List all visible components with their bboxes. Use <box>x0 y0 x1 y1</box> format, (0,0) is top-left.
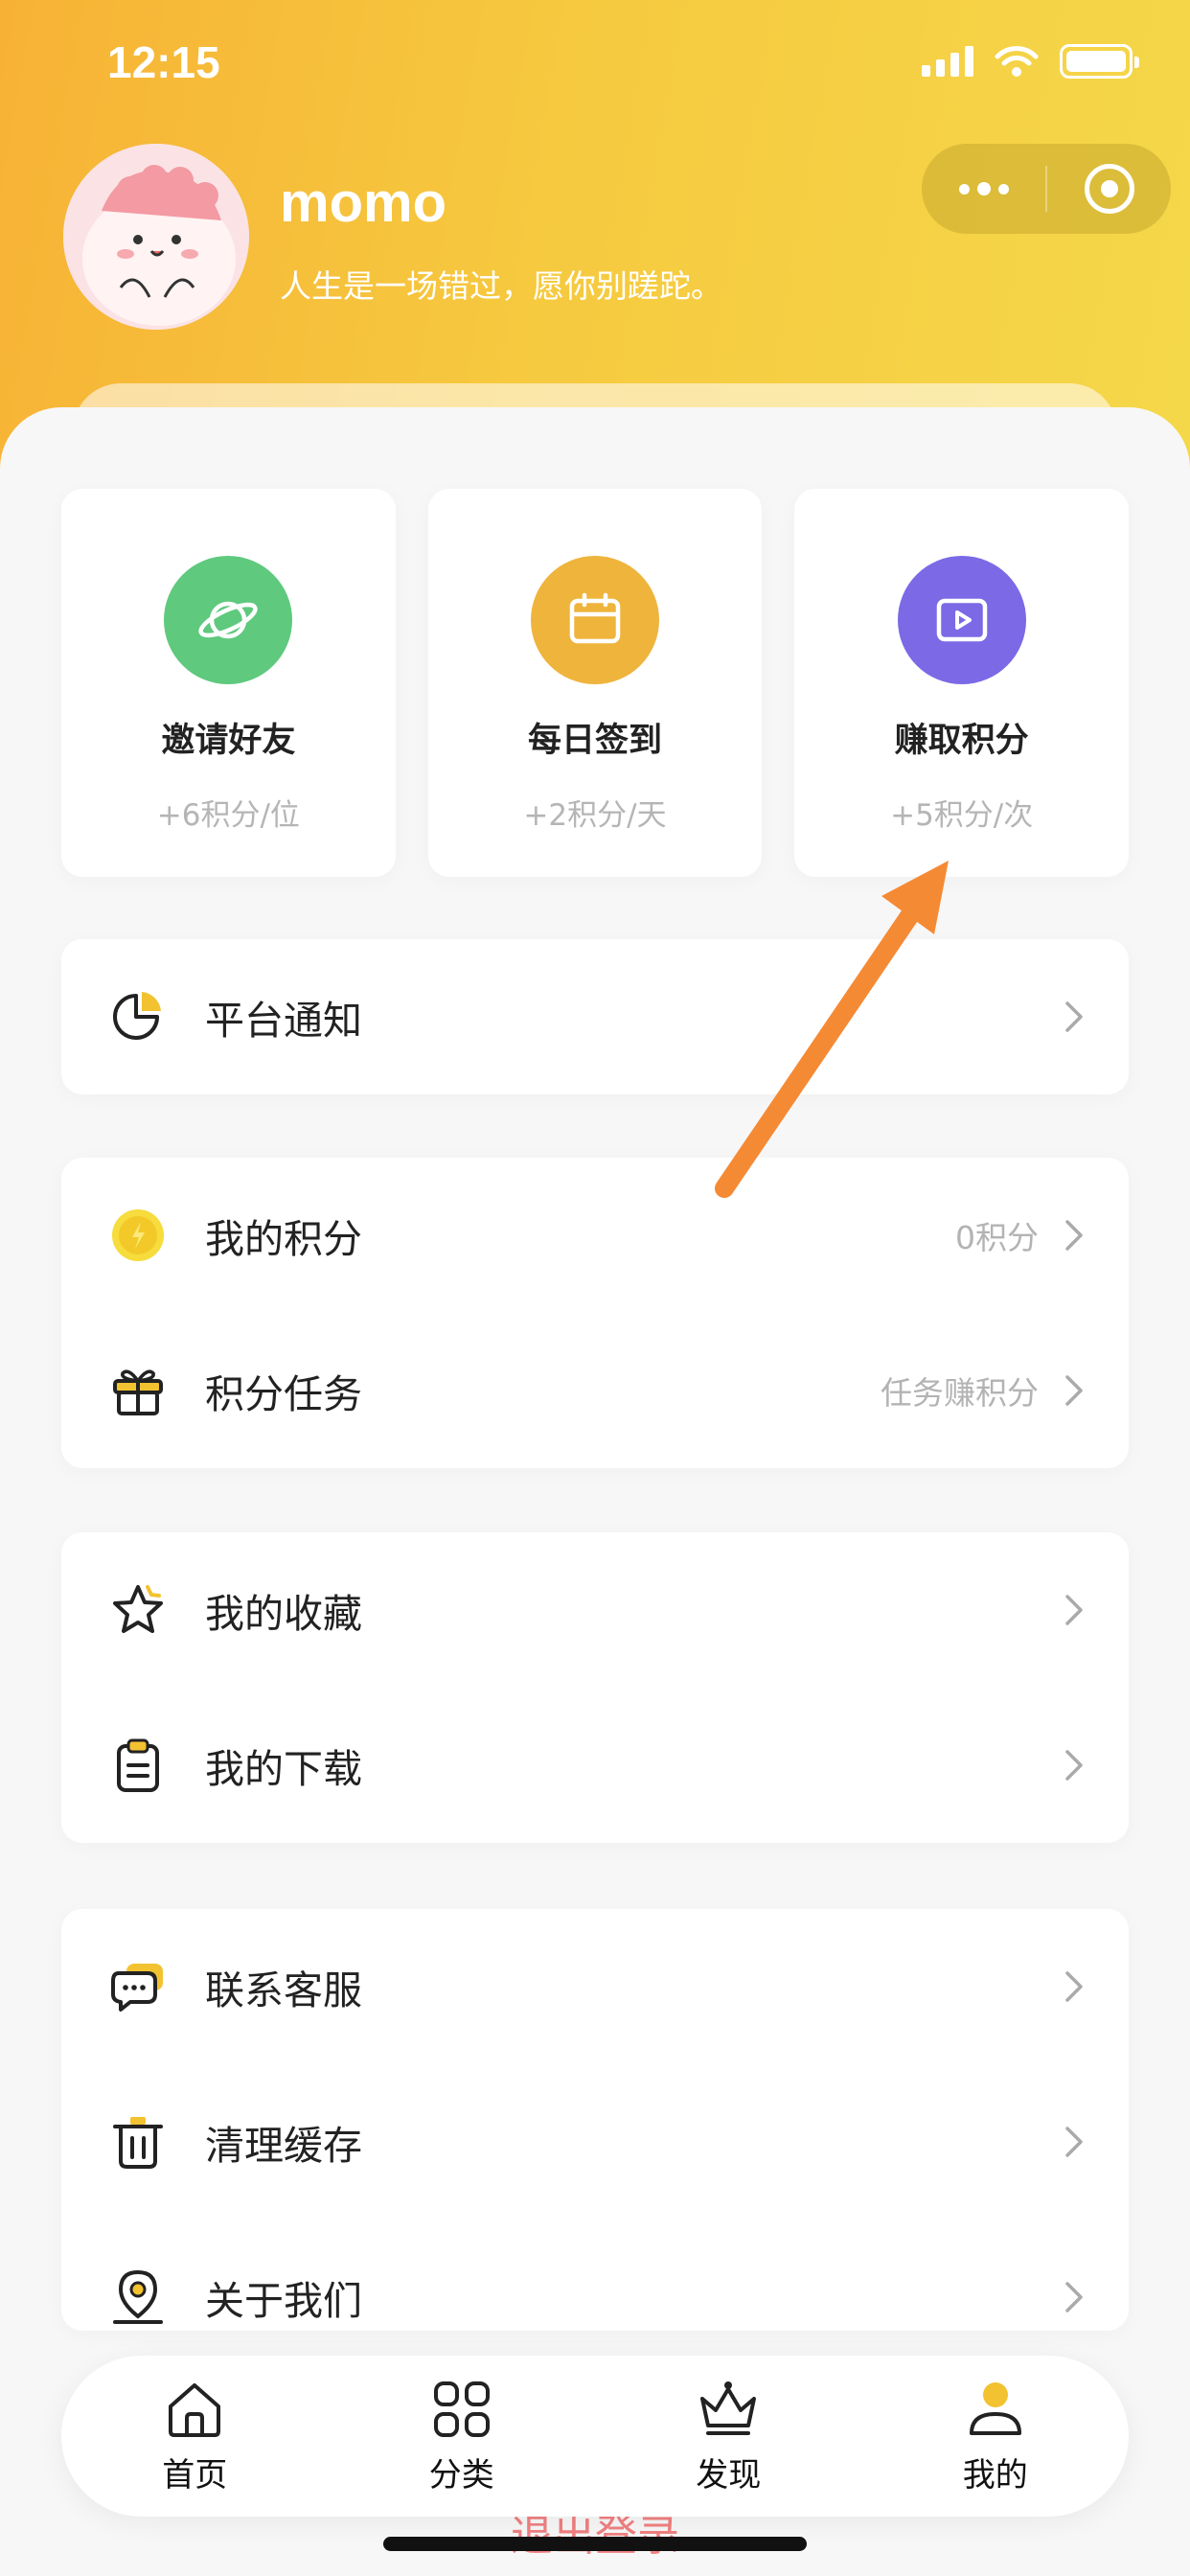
tab-label: 分类 <box>428 2455 494 2495</box>
menu-label: 联系客服 <box>205 1967 362 2013</box>
tab-mine[interactable]: 我的 <box>862 2378 1130 2496</box>
tab-home[interactable]: 首页 <box>61 2378 329 2496</box>
chevron-right-icon <box>1060 1371 1088 1410</box>
menu-item-notice[interactable]: 平台通知 <box>61 939 1129 1094</box>
planet-icon <box>164 556 293 684</box>
tab-label: 发现 <box>696 2455 762 2495</box>
clipboard-icon <box>107 1735 169 1796</box>
menu-item-support[interactable]: 联系客服 <box>61 1909 1129 2064</box>
avatar[interactable] <box>63 144 249 330</box>
status-icons <box>922 44 1139 79</box>
close-miniprogram-button[interactable] <box>1047 144 1171 234</box>
location-pin-icon <box>107 2266 169 2328</box>
menu-group-library: 我的收藏 我的下载 <box>61 1532 1129 1843</box>
menu-group-settings: 联系客服 清理缓存 关于我们 <box>61 1909 1129 2331</box>
user-bio: 人生是一场错过，愿你别蹉跎。 <box>280 267 722 305</box>
user-icon <box>969 2381 1021 2435</box>
chevron-right-icon <box>1060 1591 1088 1629</box>
tab-bar: 首页 分类 发现 我的 <box>61 2356 1129 2517</box>
status-time: 12:15 <box>107 37 220 87</box>
menu-label: 我的积分 <box>205 1216 362 1262</box>
card-title: 每日签到 <box>528 722 663 760</box>
tab-discover[interactable]: 发现 <box>595 2378 862 2496</box>
card-subtitle: +2积分/天 <box>523 798 667 833</box>
username: momo <box>280 172 446 234</box>
menu-item-favorites[interactable]: 我的收藏 <box>61 1532 1129 1688</box>
video-play-icon <box>897 556 1026 684</box>
home-icon <box>169 2382 221 2437</box>
target-icon <box>1084 164 1134 214</box>
tab-category[interactable]: 分类 <box>329 2378 596 2496</box>
home-indicator <box>383 2537 807 2551</box>
more-button[interactable] <box>922 144 1045 234</box>
menu-group-points: 我的积分 0积分 积分任务 任务赚积分 <box>61 1158 1129 1468</box>
status-bar: 12:15 <box>0 0 1190 134</box>
menu-item-my-points[interactable]: 我的积分 0积分 <box>61 1158 1129 1313</box>
menu-label: 我的收藏 <box>205 1591 362 1637</box>
gift-icon <box>107 1360 169 1421</box>
invite-friends-card[interactable]: 邀请好友 +6积分/位 <box>61 489 396 877</box>
menu-label: 我的下载 <box>205 1746 362 1792</box>
chevron-right-icon <box>1060 1746 1088 1784</box>
chevron-right-icon <box>1060 2123 1088 2161</box>
menu-group-notice: 平台通知 <box>61 939 1129 1094</box>
menu-item-point-tasks[interactable]: 积分任务 任务赚积分 <box>61 1313 1129 1468</box>
chevron-right-icon <box>1060 1967 1088 2006</box>
pie-chart-icon <box>107 986 169 1047</box>
menu-item-downloads[interactable]: 我的下载 <box>61 1688 1129 1843</box>
earn-points-card[interactable]: 赚取积分 +5积分/次 <box>794 489 1130 877</box>
card-title: 赚取积分 <box>894 722 1029 760</box>
card-subtitle: +5积分/次 <box>890 798 1034 833</box>
battery-icon <box>1060 44 1139 79</box>
star-icon <box>107 1579 169 1641</box>
tab-label: 我的 <box>962 2455 1028 2495</box>
tab-label: 首页 <box>162 2455 228 2495</box>
tasks-value: 任务赚积分 <box>881 1374 1039 1412</box>
feature-cards: 邀请好友 +6积分/位 每日签到 +2积分/天 赚取积分 +5积分/次 <box>61 489 1130 877</box>
wifi-icon <box>995 46 1039 77</box>
chevron-right-icon <box>1060 2278 1088 2316</box>
grid-icon <box>433 2380 490 2437</box>
calendar-icon <box>531 556 659 684</box>
card-title: 邀请好友 <box>161 722 296 760</box>
menu-label: 清理缓存 <box>205 2123 362 2169</box>
menu-label: 积分任务 <box>205 1371 362 1417</box>
crown-icon <box>700 2380 757 2435</box>
points-value: 0积分 <box>955 1219 1039 1256</box>
menu-label: 平台通知 <box>205 998 362 1044</box>
card-subtitle: +6积分/位 <box>156 798 300 833</box>
avatar-illustration <box>63 144 249 330</box>
menu-label: 关于我们 <box>205 2278 362 2324</box>
capsule-menu <box>922 144 1171 234</box>
trash-icon <box>107 2111 169 2173</box>
coin-icon <box>107 1205 169 1266</box>
chevron-right-icon <box>1060 1216 1088 1254</box>
menu-item-clear-cache[interactable]: 清理缓存 <box>61 2064 1129 2220</box>
more-dots-icon <box>958 182 1009 196</box>
chat-icon <box>107 1956 169 2017</box>
daily-checkin-card[interactable]: 每日签到 +2积分/天 <box>427 489 763 877</box>
signal-icon <box>922 46 973 77</box>
chevron-right-icon <box>1060 998 1088 1036</box>
menu-item-about[interactable]: 关于我们 <box>61 2220 1129 2331</box>
